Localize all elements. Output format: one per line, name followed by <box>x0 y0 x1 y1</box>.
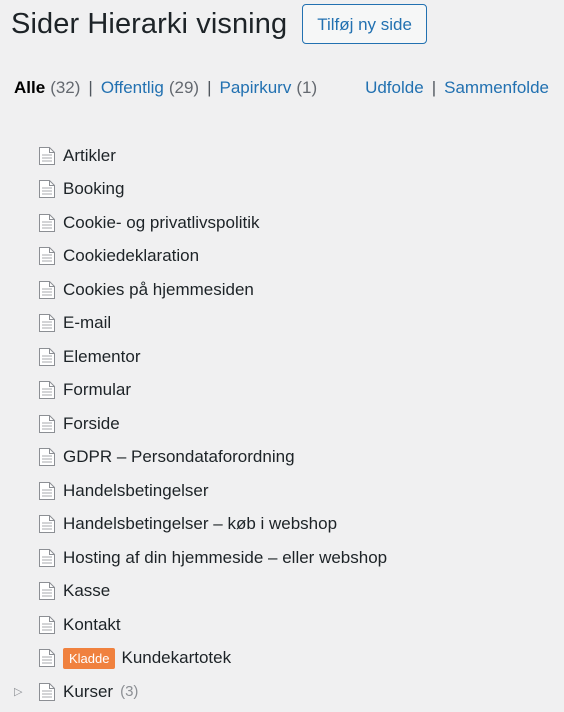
page-row[interactable]: ▷Hosting af din hjemmeside – eller websh… <box>0 541 387 575</box>
page-icon <box>38 447 56 467</box>
page-row[interactable]: ▷Handelsbetingelser – køb i webshop <box>0 508 387 542</box>
separator: | <box>207 78 212 97</box>
page-row[interactable]: ▷Kasse <box>0 575 387 609</box>
page-row[interactable]: ▷GDPR – Persondataforordning <box>0 441 387 475</box>
collapse-all-link[interactable]: Sammenfolde <box>444 78 549 98</box>
page-title-link[interactable]: Handelsbetingelser <box>63 481 209 501</box>
view-filters: Alle (32) | Offentlig (29) | Papirkurv (… <box>14 78 549 98</box>
page-title-link[interactable]: Forside <box>63 414 120 434</box>
page-icon <box>38 615 56 635</box>
page-icon <box>38 481 56 501</box>
page-icon <box>38 380 56 400</box>
page-title-link[interactable]: Kundekartotek <box>121 648 231 668</box>
filter-all[interactable]: Alle <box>14 78 45 98</box>
page-row[interactable]: ▷Artikler <box>0 139 387 173</box>
separator: | <box>431 78 437 97</box>
draft-badge: Kladde <box>63 647 116 669</box>
page-icon <box>38 648 56 668</box>
page-tree: ▷Artikler▷Booking▷Cookie- og privatlivsp… <box>0 139 387 709</box>
page-title-link[interactable]: E-mail <box>63 313 111 333</box>
page-row[interactable]: ▷Formular <box>0 374 387 408</box>
page-icon <box>38 414 56 434</box>
child-count: (3) <box>120 683 139 701</box>
page-title-link[interactable]: Cookie- og privatlivspolitik <box>63 213 260 233</box>
page-header: Sider Hierarki visning Tilføj ny side <box>11 4 427 44</box>
page-title: Sider Hierarki visning <box>11 7 288 40</box>
filter-trash[interactable]: Papirkurv <box>220 78 292 98</box>
page-title-link[interactable]: GDPR – Persondataforordning <box>63 447 295 467</box>
page-row[interactable]: ▷Booking <box>0 173 387 207</box>
page-title-link[interactable]: Elementor <box>63 347 140 367</box>
page-title-link[interactable]: Hosting af din hjemmeside – eller websho… <box>63 548 387 568</box>
separator: | <box>88 78 93 97</box>
page-icon <box>38 280 56 300</box>
page-icon <box>38 313 56 333</box>
page-row[interactable]: ▷ Kurser (3) <box>0 675 387 709</box>
filter-trash-count: (1) <box>296 78 318 97</box>
expand-arrow-icon[interactable]: ▷ <box>14 685 34 698</box>
page-row[interactable]: ▷KladdeKundekartotek <box>0 642 387 676</box>
page-icon <box>38 548 56 568</box>
page-title-link[interactable]: Cookies på hjemmesiden <box>63 280 254 300</box>
page-title-link[interactable]: Kontakt <box>63 615 121 635</box>
page-icon <box>38 146 56 166</box>
filter-public[interactable]: Offentlig <box>101 78 164 98</box>
page-row[interactable]: ▷Cookies på hjemmesiden <box>0 273 387 307</box>
expand-all-link[interactable]: Udfolde <box>365 78 424 98</box>
page-title-link[interactable]: Handelsbetingelser – køb i webshop <box>63 514 337 534</box>
filter-all-count: (32) <box>50 78 81 97</box>
page-row[interactable]: ▷Cookiedeklaration <box>0 240 387 274</box>
page-row[interactable]: ▷Cookie- og privatlivspolitik <box>0 206 387 240</box>
page-title-link[interactable]: Cookiedeklaration <box>63 246 199 266</box>
page-row[interactable]: ▷E-mail <box>0 307 387 341</box>
page-icon <box>38 581 56 601</box>
page-icon <box>38 246 56 266</box>
page-icon <box>38 514 56 534</box>
page-title-link[interactable]: Booking <box>63 179 124 199</box>
page-title-link[interactable]: Kasse <box>63 581 110 601</box>
filter-public-count: (29) <box>168 78 200 97</box>
page-row[interactable]: ▷Elementor <box>0 340 387 374</box>
page-icon <box>38 179 56 199</box>
page-row[interactable]: ▷Handelsbetingelser <box>0 474 387 508</box>
page-row[interactable]: ▷Kontakt <box>0 608 387 642</box>
add-new-page-button[interactable]: Tilføj ny side <box>302 4 427 44</box>
page-icon <box>38 347 56 367</box>
page-title-link[interactable]: Kurser <box>63 682 113 702</box>
page-icon <box>38 213 56 233</box>
page-title-link[interactable]: Artikler <box>63 146 116 166</box>
page-row[interactable]: ▷Forside <box>0 407 387 441</box>
page-title-link[interactable]: Formular <box>63 380 131 400</box>
page-icon <box>38 682 56 702</box>
